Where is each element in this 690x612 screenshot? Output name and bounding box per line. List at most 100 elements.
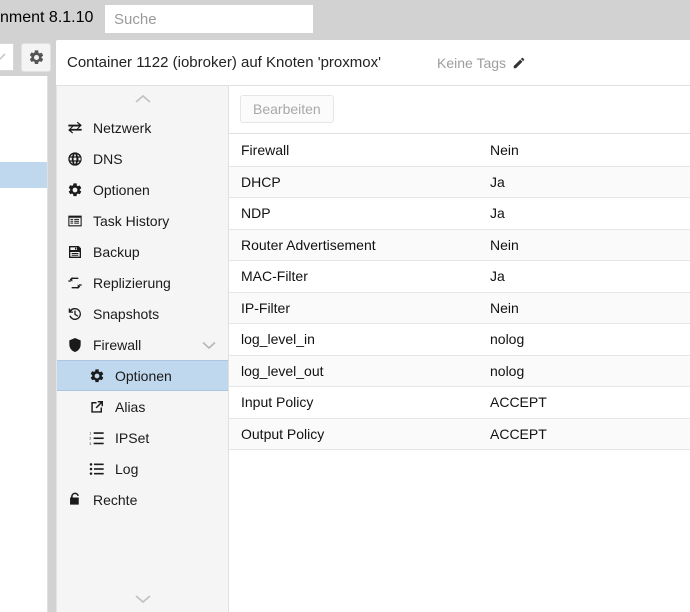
table-row[interactable]: Output Policy ACCEPT — [229, 418, 690, 450]
retweet-icon — [68, 276, 82, 289]
sidebar-scroll-up-button[interactable] — [57, 86, 228, 112]
table-cell-value: Ja — [490, 268, 505, 285]
floppy-disk-icon — [67, 244, 89, 260]
tool-strip — [0, 40, 56, 76]
table-cell-value: ACCEPT — [490, 394, 547, 411]
content-header: Container 1122 (iobroker) auf Knoten 'pr… — [56, 41, 690, 86]
sidebar-item-label: Firewall — [93, 336, 142, 353]
panel-gap — [48, 76, 56, 612]
search-input[interactable] — [105, 5, 313, 33]
sidebar-scroll-down-button[interactable] — [57, 586, 228, 612]
external-link-icon — [91, 400, 103, 413]
main-toolbar: Bearbeiten — [229, 86, 690, 134]
svg-text:3: 3 — [89, 441, 91, 445]
table-row[interactable]: DHCP Ja — [229, 166, 690, 198]
table-cell-value: Nein — [490, 299, 519, 316]
table-cell-value: nolog — [490, 331, 525, 348]
sidebar-item-optionen[interactable]: Optionen — [57, 174, 228, 205]
history-clock-icon — [67, 306, 89, 322]
table-cell-key: Output Policy — [241, 425, 325, 442]
page-title: Container 1122 (iobroker) auf Knoten 'pr… — [67, 54, 381, 71]
sidebar-item-replizierung[interactable]: Replizierung — [57, 267, 228, 298]
table-cell-key: Input Policy — [241, 394, 314, 411]
ordered-list-icon: 123 — [89, 431, 104, 445]
table-row[interactable]: MAC-Filter Ja — [229, 261, 690, 293]
globe-icon — [68, 151, 82, 166]
table-cell-key: IP-Filter — [241, 299, 290, 316]
chevron-down-icon — [135, 595, 151, 604]
table-row[interactable]: Input Policy ACCEPT — [229, 387, 690, 419]
history-clock-icon — [68, 307, 81, 320]
sidebar-item-label: Backup — [93, 243, 140, 260]
unordered-list-icon — [89, 461, 111, 477]
sidebar-item-label: DNS — [93, 150, 123, 167]
sidebar-item-alias[interactable]: Alias — [57, 391, 228, 422]
gear-icon — [67, 182, 89, 198]
table-row[interactable]: IP-Filter Nein — [229, 292, 690, 324]
sidebar-item-label: Netzwerk — [93, 119, 152, 136]
chevron-up-icon — [135, 94, 151, 103]
table-row[interactable]: Firewall Nein — [229, 135, 690, 167]
sidebar-item-label: IPSet — [115, 429, 150, 446]
table-row[interactable]: NDP Ja — [229, 198, 690, 230]
edit-button[interactable]: Bearbeiten — [240, 95, 334, 123]
table-row[interactable]: log_level_out nolog — [229, 355, 690, 387]
table-cell-value: Ja — [490, 173, 505, 190]
sidebar-item-optionen[interactable]: Optionen — [57, 360, 228, 391]
firewall-options-table: Firewall Nein DHCP Ja NDP Ja Router Advertisem… — [229, 135, 690, 450]
unordered-list-icon — [89, 462, 104, 475]
table-cell-key: log_level_in — [241, 331, 315, 348]
unlock-icon — [67, 492, 89, 508]
sidebar-item-label: Log — [115, 460, 139, 477]
gear-icon — [90, 368, 104, 382]
network-exchange-icon — [68, 121, 82, 134]
sidebar-item-label: Snapshots — [93, 305, 160, 322]
table-cell-key: NDP — [241, 205, 271, 222]
tags-area[interactable]: Keine Tags — [437, 55, 526, 71]
shield-icon — [67, 337, 89, 353]
sidebar-item-label: Optionen — [93, 181, 150, 198]
table-cell-value: Ja — [490, 205, 505, 222]
gear-icon — [68, 182, 82, 196]
table-row[interactable]: Router Advertisement Nein — [229, 229, 690, 261]
unlock-icon — [70, 492, 79, 505]
sidebar-item-log[interactable]: Log — [57, 453, 228, 484]
pencil-icon[interactable] — [512, 56, 526, 70]
sidebar-nav: - NetzwerkDNSOptionenTask HistoryBackupR… — [57, 86, 229, 612]
svg-text:2: 2 — [89, 436, 91, 440]
table-row[interactable]: log_level_in nolog — [229, 324, 690, 356]
sidebar-item-dns[interactable]: DNS — [57, 143, 228, 174]
sidebar-item-label: Optionen — [115, 367, 172, 384]
sidebar-item-firewall[interactable]: Firewall — [57, 329, 228, 360]
sidebar-item-label: Replizierung — [93, 274, 171, 291]
gear-icon — [29, 50, 43, 64]
list-window-icon — [67, 213, 89, 229]
top-bar: nment 8.1.10 — [0, 0, 690, 40]
sidebar-item-label: Rechte — [93, 491, 138, 508]
app-root: nment 8.1.10 Container 1122 (iobroker) a… — [0, 0, 690, 612]
svg-text:1: 1 — [89, 431, 91, 435]
tags-label: Keine Tags — [437, 55, 507, 71]
tree-row-selected[interactable] — [0, 162, 47, 188]
ordered-list-icon: 123 — [89, 430, 111, 446]
table-cell-key: Firewall — [241, 142, 290, 159]
sidebar-item-ipset[interactable]: 1 2 3 IPSet — [57, 422, 228, 453]
sidebar-item-backup[interactable]: Backup — [57, 236, 228, 267]
table-cell-key: MAC-Filter — [241, 268, 308, 285]
sidebar-item-snapshots[interactable]: Snapshots — [57, 298, 228, 329]
collapse-chevron-button[interactable] — [0, 43, 14, 71]
table-cell-value: Nein — [490, 236, 519, 253]
table-cell-value: Nein — [490, 142, 519, 159]
resource-tree-panel[interactable] — [0, 76, 48, 612]
gear-icon — [89, 368, 111, 384]
sidebar-item-task-history[interactable]: Task History — [57, 205, 228, 236]
brand-version-label: nment 8.1.10 — [0, 9, 94, 26]
settings-gear-button[interactable] — [21, 43, 51, 72]
sidebar-item-netzwerk[interactable]: Netzwerk — [57, 112, 228, 143]
sidebar-item-list: Netzwerk DNS Optionen Task History Backup Rep… — [57, 112, 228, 515]
main-content: Bearbeiten Firewall Nein DHCP Ja NDP Ja Router… — [229, 86, 690, 612]
chevron-down-icon[interactable] — [201, 340, 217, 349]
table-cell-key: DHCP — [241, 173, 281, 190]
table-cell-value: ACCEPT — [490, 425, 547, 442]
sidebar-item-rechte[interactable]: Rechte — [57, 484, 228, 515]
